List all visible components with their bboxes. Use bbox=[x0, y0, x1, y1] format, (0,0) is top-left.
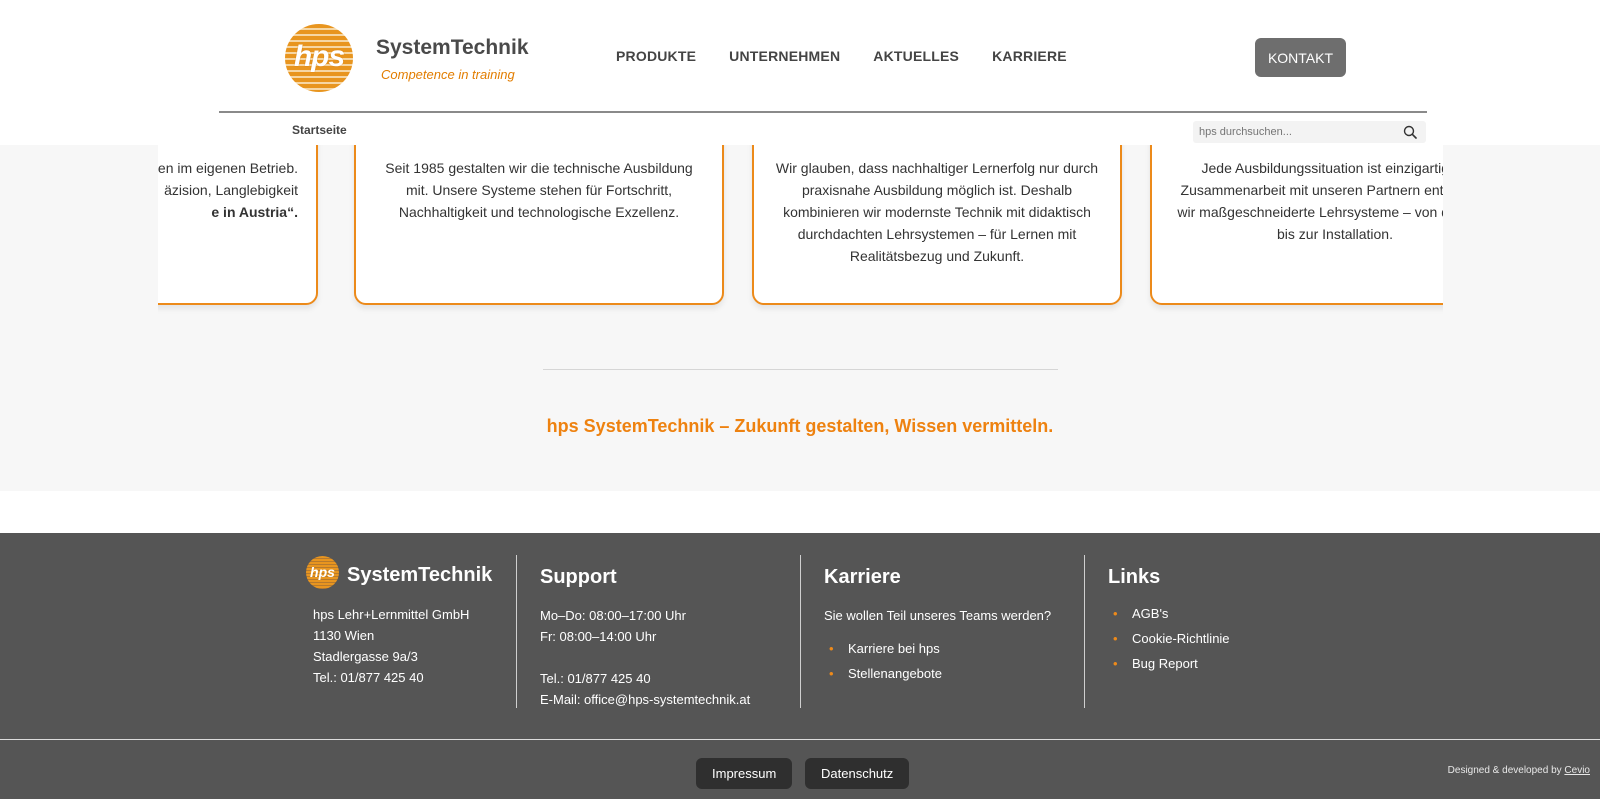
footer-links: Links AGB's Cookie-Richtlinie Bug Report bbox=[1108, 566, 1230, 676]
company-address: hps Lehr+Lernmittel GmbH 1130 Wien Stadl… bbox=[313, 604, 469, 688]
site-header: hps SystemTechnik Competence in training… bbox=[0, 0, 1600, 145]
link-bug-report[interactable]: Bug Report bbox=[1108, 651, 1230, 676]
card-text-line: en im eigenen Betrieb. bbox=[158, 160, 298, 176]
support-heading: Support bbox=[540, 566, 617, 588]
link-karriere-bei-hps[interactable]: Karriere bei hps bbox=[824, 636, 1051, 661]
card-text-bold: “. bbox=[287, 204, 298, 220]
search-icon[interactable] bbox=[1403, 125, 1417, 139]
address-line: Stadlergasse 9a/3 bbox=[313, 649, 418, 664]
bottom-bar: Impressum Datenschutz Designed & develop… bbox=[0, 739, 1600, 799]
support-phone[interactable]: Tel.: 01/877 425 40 bbox=[540, 668, 750, 689]
breadcrumb[interactable]: Startseite bbox=[292, 123, 347, 137]
link-cookie-richtlinie[interactable]: Cookie-Richtlinie bbox=[1108, 626, 1230, 651]
header-divider bbox=[219, 111, 1427, 113]
address-line: Tel.: 01/877 425 40 bbox=[313, 670, 424, 685]
search-box bbox=[1193, 121, 1426, 143]
site-footer: hps SystemTechnik hps Lehr+Lernmittel Gm… bbox=[0, 533, 1600, 739]
credit: Designed & developed by Cevio bbox=[1448, 765, 1590, 776]
nav-produkte[interactable]: PRODUKTE bbox=[616, 48, 696, 64]
brand-name[interactable]: SystemTechnik bbox=[376, 36, 529, 60]
footer-support: Support Mo–Do: 08:00–17:00 Uhr Fr: 08:00… bbox=[540, 566, 750, 710]
support-email[interactable]: E-Mail: office@hps-systemtechnik.at bbox=[540, 689, 750, 710]
support-hours: Mo–Do: 08:00–17:00 Uhr bbox=[540, 608, 686, 623]
search-input[interactable] bbox=[1199, 124, 1389, 140]
link-agb[interactable]: AGB's bbox=[1108, 601, 1230, 626]
card-text-line: äzision, Langlebigkeit bbox=[164, 182, 298, 198]
feature-card: Wir glauben, dass nachhaltiger Lernerfol… bbox=[752, 145, 1122, 305]
spacer bbox=[0, 491, 1600, 533]
kontakt-button[interactable]: KONTAKT bbox=[1255, 38, 1346, 77]
footer-brand-name: SystemTechnik bbox=[347, 564, 493, 586]
card-text: Wir glauben, dass nachhaltiger Lernerfol… bbox=[775, 160, 1099, 264]
feature-card: en im eigenen Betrieb. äzision, Langlebi… bbox=[158, 145, 318, 305]
footer-divider bbox=[1084, 555, 1085, 708]
karriere-intro: Sie wollen Teil unseres Teams werden? bbox=[824, 608, 1052, 623]
main-nav: PRODUKTE UNTERNEHMEN AKTUELLES KARRIERE bbox=[616, 48, 1067, 64]
nav-aktuelles[interactable]: AKTUELLES bbox=[873, 48, 959, 64]
feature-cards-carousel[interactable]: en im eigenen Betrieb. äzision, Langlebi… bbox=[158, 145, 1443, 315]
link-stellenangebote[interactable]: Stellenangebote bbox=[824, 661, 1051, 686]
hps-logo-icon[interactable]: hps bbox=[285, 24, 353, 92]
card-text: Jede Ausbildungssituation ist einzigarti… bbox=[1177, 160, 1443, 242]
card-text: Seit 1985 gestalten wir die technische A… bbox=[385, 160, 693, 220]
section-divider bbox=[543, 369, 1058, 370]
datenschutz-button[interactable]: Datenschutz bbox=[805, 758, 910, 789]
footer-karriere: Karriere Sie wollen Teil unseres Teams w… bbox=[824, 566, 1051, 686]
address-line: hps Lehr+Lernmittel GmbH bbox=[313, 607, 470, 622]
nav-unternehmen[interactable]: UNTERNEHMEN bbox=[729, 48, 840, 64]
impressum-button[interactable]: Impressum bbox=[696, 758, 793, 789]
brand-tagline: Competence in training bbox=[381, 67, 515, 82]
hps-logo-icon[interactable]: hps bbox=[306, 556, 339, 589]
feature-card: Seit 1985 gestalten wir die technische A… bbox=[354, 145, 724, 305]
karriere-heading: Karriere bbox=[824, 566, 901, 588]
credit-link[interactable]: Cevio bbox=[1564, 765, 1590, 776]
card-text-bold: e in Austria bbox=[211, 204, 288, 220]
address-line: 1130 Wien bbox=[313, 628, 375, 643]
support-hours: Fr: 08:00–14:00 Uhr bbox=[540, 629, 657, 644]
credit-text: Designed & developed by bbox=[1447, 765, 1562, 776]
footer-divider bbox=[516, 555, 517, 708]
footer-divider bbox=[800, 555, 801, 708]
nav-karriere[interactable]: KARRIERE bbox=[992, 48, 1067, 64]
feature-card: Jede Ausbildungssituation ist einzigarti… bbox=[1150, 145, 1443, 305]
slogan: hps SystemTechnik – Zukunft gestalten, W… bbox=[546, 416, 1054, 436]
links-heading: Links bbox=[1108, 566, 1161, 588]
